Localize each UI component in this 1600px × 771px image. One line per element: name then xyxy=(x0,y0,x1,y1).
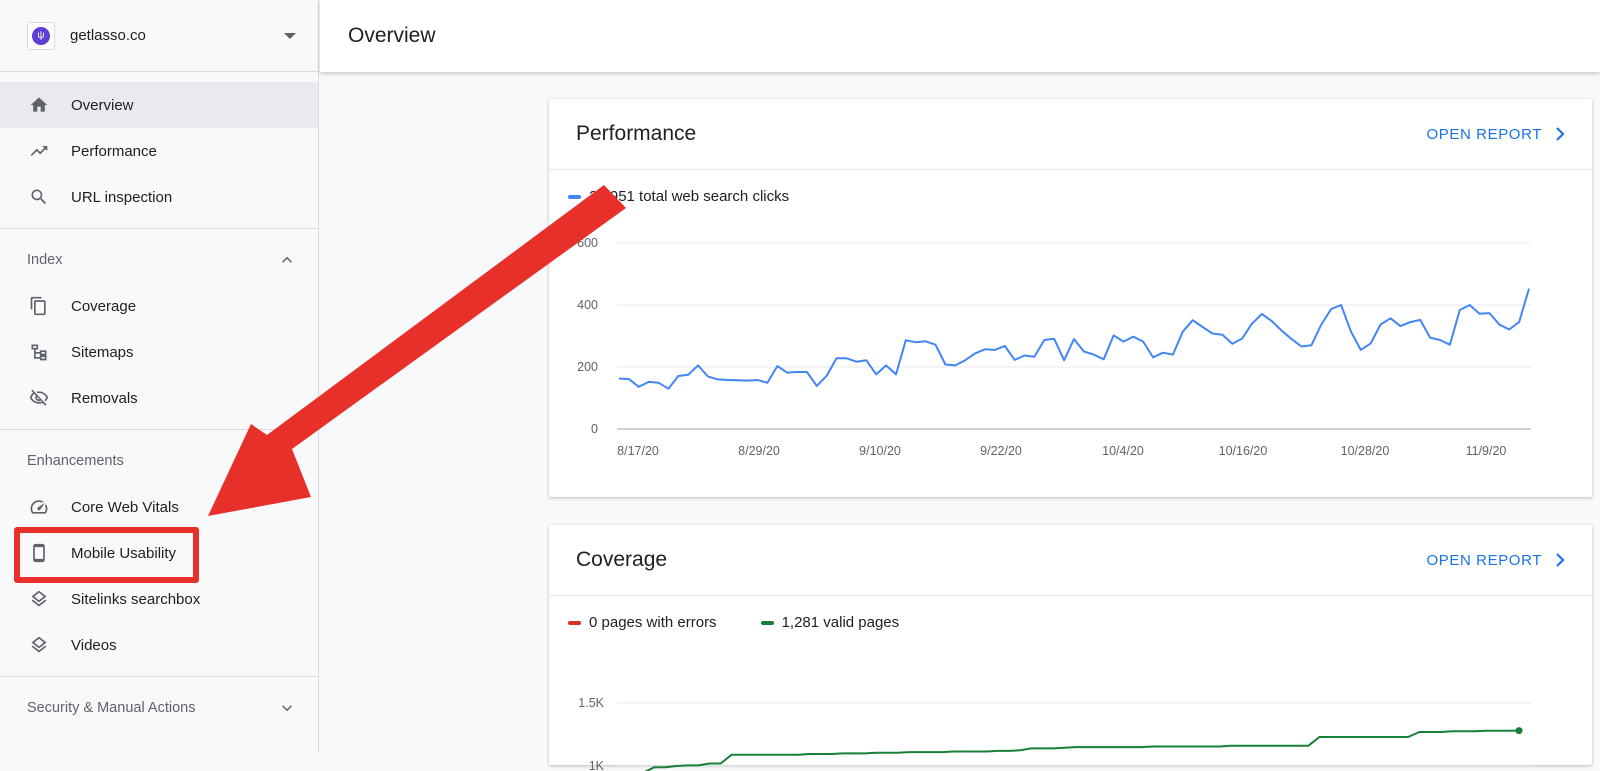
property-selector[interactable]: ψ getlasso.co xyxy=(0,0,318,72)
index-section-header[interactable]: Index xyxy=(0,237,318,283)
search-icon xyxy=(28,186,50,208)
home-icon xyxy=(28,94,50,116)
legend-swatch xyxy=(568,194,581,199)
x-tick-label: 9/22/20 xyxy=(980,444,1022,458)
annotation-highlight-box xyxy=(14,527,199,583)
sidebar-item-overview[interactable]: Overview xyxy=(0,82,318,128)
x-tick-label: 9/10/20 xyxy=(859,444,901,458)
y-tick-label: 400 xyxy=(577,298,598,312)
y-tick-label: 1.5K xyxy=(578,696,604,710)
sitemaps-icon xyxy=(28,341,50,363)
sidebar-item-label: Performance xyxy=(71,142,157,160)
sidebar-item-videos[interactable]: Videos xyxy=(0,622,318,668)
performance-open-report-link[interactable]: OPEN REPORT xyxy=(1426,126,1566,143)
series-end-point[interactable] xyxy=(1515,727,1523,735)
legend-label: 1,281 valid pages xyxy=(781,614,900,631)
nav-top-section: Overview Performance URL inspection xyxy=(0,72,318,229)
x-tick-label: 10/28/20 xyxy=(1341,444,1390,458)
section-title: Index xyxy=(27,252,63,268)
sidebar-item-label: Sitemaps xyxy=(71,343,134,361)
performance-chart: 0 200 400 600 8/17/20 8/29/20 9/10/20 9/22/20 10… xyxy=(577,236,1531,458)
performance-card-header: Performance OPEN REPORT xyxy=(549,99,1592,170)
layers-icon xyxy=(28,634,50,656)
sidebar-item-label: Videos xyxy=(71,636,117,654)
sidebar-item-sitemaps[interactable]: Sitemaps xyxy=(0,329,318,375)
layers-icon xyxy=(28,588,50,610)
section-title: Enhancements xyxy=(27,453,124,469)
sidebar: ψ getlasso.co Overview Performance URL i… xyxy=(0,0,319,753)
sidebar-item-label: Core Web Vitals xyxy=(71,498,179,516)
legend-label: 0 pages with errors xyxy=(589,614,717,631)
coverage-open-report-link[interactable]: OPEN REPORT xyxy=(1426,552,1566,569)
y-tick-label: 600 xyxy=(577,236,598,250)
series-line-valid[interactable] xyxy=(643,729,1520,771)
removals-icon xyxy=(28,387,50,409)
y-tick-label: 0 xyxy=(591,422,598,436)
sidebar-item-label: Overview xyxy=(71,96,134,114)
dropdown-caret-icon[interactable] xyxy=(284,32,296,39)
legend-label: 22,951 total web search clicks xyxy=(589,188,790,205)
coverage-legend: 0 pages with errors 1,281 valid pages xyxy=(549,596,1592,631)
legend-swatch xyxy=(568,620,581,625)
series-line-clicks[interactable] xyxy=(618,288,1530,390)
legend-swatch xyxy=(760,620,774,625)
x-tick-label: 8/17/20 xyxy=(617,444,659,458)
chevron-up-icon xyxy=(281,256,293,263)
page-title: Overview xyxy=(348,24,436,47)
sidebar-item-label: Removals xyxy=(71,389,138,407)
chevron-down-icon xyxy=(281,705,293,712)
coverage-icon xyxy=(28,295,50,317)
performance-legend: 22,951 total web search clicks xyxy=(549,170,1592,205)
sidebar-item-label: Coverage xyxy=(71,297,137,315)
trending-up-icon xyxy=(28,140,50,162)
legend-item-errors[interactable]: 0 pages with errors xyxy=(568,614,717,631)
sidebar-item-removals[interactable]: Removals xyxy=(0,375,318,421)
section-title: Security & Manual Actions xyxy=(27,700,196,716)
open-report-label: OPEN REPORT xyxy=(1426,125,1542,143)
sidebar-item-url-inspection[interactable]: URL inspection xyxy=(0,174,318,220)
nav-index-section: Index Coverage Sitemaps Removals xyxy=(0,229,318,430)
sidebar-item-core-web-vitals[interactable]: Core Web Vitals xyxy=(0,484,318,530)
y-tick-label: 1K xyxy=(589,759,605,771)
sidebar-item-label: Sitelinks searchbox xyxy=(71,590,201,608)
x-tick-label: 10/16/20 xyxy=(1219,444,1268,458)
coverage-card-header: Coverage OPEN REPORT xyxy=(549,525,1592,596)
card-title: Coverage xyxy=(576,548,668,571)
sidebar-item-coverage[interactable]: Coverage xyxy=(0,283,318,329)
sidebar-item-performance[interactable]: Performance xyxy=(0,128,318,174)
coverage-card: Coverage OPEN REPORT 0 pages with errors… xyxy=(549,525,1592,771)
property-name: getlasso.co xyxy=(70,27,146,44)
performance-card: Performance OPEN REPORT 22,951 total web… xyxy=(549,99,1592,497)
lasso-logo-icon: ψ xyxy=(27,21,55,50)
x-tick-label: 11/9/20 xyxy=(1466,444,1507,458)
x-tick-label: 8/29/20 xyxy=(738,444,780,458)
coverage-chart: 1K 1.5K xyxy=(578,696,1531,771)
legend-item-valid[interactable]: 1,281 valid pages xyxy=(760,614,900,631)
open-report-label: OPEN REPORT xyxy=(1426,551,1542,569)
sidebar-item-label: URL inspection xyxy=(71,188,173,206)
gauge-icon xyxy=(28,496,50,518)
x-tick-label: 10/4/20 xyxy=(1102,444,1144,458)
card-title: Performance xyxy=(576,122,697,145)
y-tick-label: 200 xyxy=(577,360,598,374)
chevron-right-icon xyxy=(1556,127,1565,141)
legend-item-clicks[interactable]: 22,951 total web search clicks xyxy=(568,188,789,205)
chevron-right-icon xyxy=(1556,553,1565,567)
security-section-header[interactable]: Security & Manual Actions xyxy=(0,685,318,731)
enhancements-section-header: Enhancements xyxy=(0,438,318,484)
top-app-bar: Overview xyxy=(320,0,1600,72)
